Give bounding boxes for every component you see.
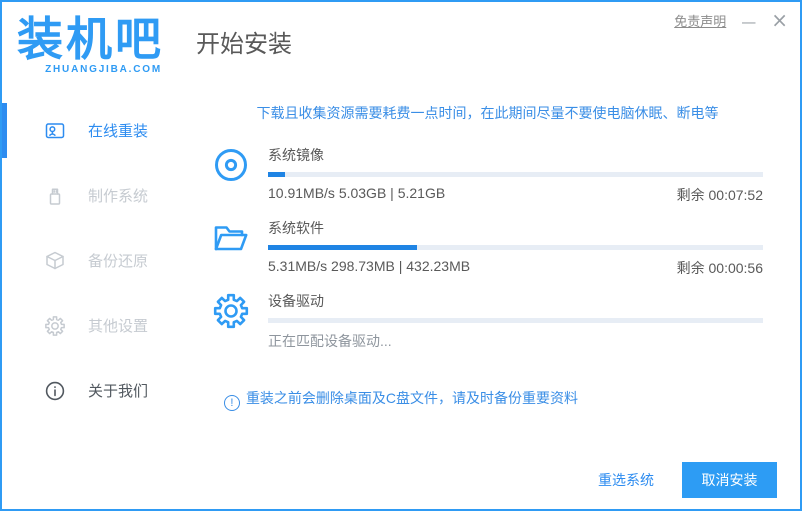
header: 装机吧 ZHUANGJIBA.COM 开始安装 免责声明 — × — [2, 2, 800, 88]
progress-fill — [268, 245, 417, 250]
progress-bar — [268, 172, 763, 177]
sidebar-item-label: 制作系统 — [88, 188, 149, 205]
warning-icon: ! — [223, 395, 240, 411]
top-notice: 下载且收集资源需要耗费一点时间，在此期间尽量不要使电脑休眠、断电等 — [256, 105, 719, 121]
main-content: 下载且收集资源需要耗费一点时间，在此期间尽量不要使电脑休眠、断电等 系统镜像 1… — [187, 88, 800, 509]
task-row-device-driver: 设备驱动 正在匹配设备驱动... — [212, 291, 763, 351]
sidebar-item-label: 在线重装 — [88, 123, 149, 140]
sidebar-item-make-system[interactable]: 制作系统 — [2, 163, 187, 228]
task-detail: 5.31MB/s 298.73MB | 432.23MB — [268, 258, 471, 274]
task-name: 设备驱动 — [268, 293, 324, 309]
app-window: 装机吧 ZHUANGJIBA.COM 开始安装 免责声明 — × 在线重装 制作… — [0, 0, 802, 511]
footer-actions: 重选系统 取消安装 — [598, 462, 777, 498]
usb-icon — [44, 185, 66, 207]
disc-icon — [212, 146, 250, 184]
brand-name: 装机吧 — [17, 11, 164, 66]
cancel-install-button[interactable]: 取消安装 — [682, 462, 777, 498]
active-accent-bar — [2, 103, 7, 158]
sidebar-item-backup-restore[interactable]: 备份还原 — [2, 228, 187, 293]
task-status: 正在匹配设备驱动... — [268, 333, 392, 349]
brand-logo: 装机吧 ZHUANGJIBA.COM — [17, 16, 164, 75]
task-row-system-image: 系统镜像 10.91MB/s 5.03GB | 5.21GB 剩余 00:07:… — [212, 145, 763, 205]
task-name: 系统软件 — [268, 220, 324, 236]
task-row-system-software: 系统软件 5.31MB/s 298.73MB | 432.23MB 剩余 00:… — [212, 218, 763, 278]
sidebar: 在线重装 制作系统 备份还原 其他设置 关于我们 — [2, 88, 187, 509]
brand-domain: ZHUANGJIBA.COM — [45, 63, 162, 75]
gear-icon — [212, 292, 250, 330]
box-icon — [44, 250, 66, 272]
disclaimer-link[interactable]: 免责声明 — [674, 11, 726, 30]
task-detail: 10.91MB/s 5.03GB | 5.21GB — [268, 185, 446, 201]
gear-icon — [44, 315, 66, 337]
sidebar-item-label: 备份还原 — [88, 253, 149, 270]
task-remaining: 剩余 00:07:52 — [676, 187, 763, 203]
close-icon[interactable]: × — [771, 10, 788, 30]
body: 在线重装 制作系统 备份还原 其他设置 关于我们 下载且收集资源需要耗费一点时间… — [2, 88, 800, 509]
task-name: 系统镜像 — [268, 147, 324, 163]
bottom-warning-text: 重装之前会删除桌面及C盘文件，请及时备份重要资料 — [245, 390, 579, 406]
sidebar-item-online-reinstall[interactable]: 在线重装 — [2, 98, 187, 163]
bottom-warning: ! 重装之前会删除桌面及C盘文件，请及时备份重要资料 — [2, 388, 800, 411]
sidebar-item-label: 其他设置 — [88, 318, 149, 335]
progress-bar — [268, 245, 763, 250]
reselect-system-button[interactable]: 重选系统 — [598, 470, 654, 490]
progress-bar — [268, 318, 763, 323]
task-list: 系统镜像 10.91MB/s 5.03GB | 5.21GB 剩余 00:07:… — [212, 145, 763, 351]
sidebar-item-other-settings[interactable]: 其他设置 — [2, 293, 187, 358]
minimize-icon[interactable]: — — [741, 11, 756, 30]
page-title: 开始安装 — [196, 30, 292, 58]
progress-fill — [268, 172, 286, 177]
task-remaining: 剩余 00:00:56 — [676, 260, 763, 276]
window-controls: 免责声明 — × — [674, 10, 788, 30]
folder-icon — [212, 219, 250, 257]
monitor-icon — [44, 120, 66, 142]
